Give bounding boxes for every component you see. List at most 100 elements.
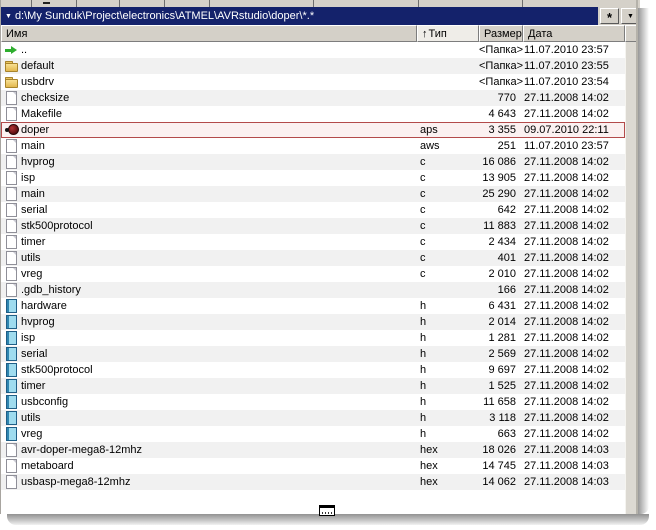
header-file-icon: [4, 395, 21, 409]
file-manager-panel: ▼ d:\My Sunduk\Project\electronics\ATMEL…: [0, 0, 656, 530]
tab-separator: [119, 0, 120, 7]
file-icon: [4, 171, 21, 185]
tab-separator: [76, 0, 77, 7]
file-row[interactable]: hvprogc16 08627.11.2008 14:02: [1, 154, 625, 170]
file-date: 11.07.2010 23:55: [516, 60, 625, 72]
file-row[interactable]: .gdb_history16627.11.2008 14:02: [1, 282, 625, 298]
file-size: 16 086: [479, 156, 516, 168]
file-date: 27.11.2008 14:02: [516, 236, 625, 248]
file-row[interactable]: isph1 28127.11.2008 14:02: [1, 330, 625, 346]
file-size: 18 026: [479, 444, 516, 456]
header-file-icon: [4, 299, 21, 313]
file-type: h: [417, 380, 479, 392]
file-type: c: [417, 252, 479, 264]
file-icon: [4, 251, 21, 265]
vertical-scrollbar[interactable]: [625, 42, 636, 514]
column-header-size[interactable]: Размер: [479, 25, 523, 42]
panel-left-border: [0, 0, 1, 514]
file-row[interactable]: timerc2 43427.11.2008 14:02: [1, 234, 625, 250]
header-file-icon: [4, 315, 21, 329]
file-name: stk500protocol: [21, 220, 417, 232]
column-header-name[interactable]: Имя: [1, 25, 417, 42]
file-size: 2 434: [479, 236, 516, 248]
file-size: 401: [479, 252, 516, 264]
file-row[interactable]: vregc2 01027.11.2008 14:02: [1, 266, 625, 282]
file-name: usbdrv: [21, 76, 417, 88]
file-row[interactable]: usbasp-mega8-12mhzhex14 06227.11.2008 14…: [1, 474, 625, 490]
column-header-date[interactable]: Дата: [523, 25, 625, 42]
file-type: hex: [417, 460, 479, 472]
file-type: c: [417, 268, 479, 280]
file-type: h: [417, 364, 479, 376]
file-type: h: [417, 396, 479, 408]
file-name: vreg: [21, 428, 417, 440]
file-row[interactable]: avr-doper-mega8-12mhzhex18 02627.11.2008…: [1, 442, 625, 458]
file-name: timer: [21, 380, 417, 392]
file-size: 1 281: [479, 332, 516, 344]
file-row[interactable]: mainc25 29027.11.2008 14:02: [1, 186, 625, 202]
file-row[interactable]: usbconfigh11 65827.11.2008 14:02: [1, 394, 625, 410]
file-date: 27.11.2008 14:02: [516, 396, 625, 408]
file-row[interactable]: serialc64227.11.2008 14:02: [1, 202, 625, 218]
file-type: aps: [417, 124, 479, 136]
file-size: 14 062: [479, 476, 516, 488]
file-type: c: [417, 172, 479, 184]
file-date: 27.11.2008 14:03: [516, 444, 625, 456]
file-name: serial: [21, 204, 417, 216]
file-row[interactable]: hardwareh6 43127.11.2008 14:02: [1, 298, 625, 314]
file-date: 27.11.2008 14:02: [516, 380, 625, 392]
file-name: hvprog: [21, 156, 417, 168]
tab-separator: [164, 0, 165, 7]
file-icon: [4, 219, 21, 233]
file-row[interactable]: utilsh3 11827.11.2008 14:02: [1, 410, 625, 426]
column-header-type[interactable]: ↑Тип: [417, 25, 479, 42]
file-date: 27.11.2008 14:02: [516, 284, 625, 296]
file-type: hex: [417, 476, 479, 488]
file-size: 251: [479, 140, 516, 152]
file-row[interactable]: checksize77027.11.2008 14:02: [1, 90, 625, 106]
file-name: vreg: [21, 268, 417, 280]
file-row[interactable]: default<Папка>11.07.2010 23:55: [1, 58, 625, 74]
tab-label-fragment: [43, 2, 50, 4]
file-row[interactable]: doperaps3 35509.07.2010 22:11: [1, 122, 625, 138]
file-size: 2 569: [479, 348, 516, 360]
file-icon: [4, 267, 21, 281]
file-row[interactable]: ispc13 90527.11.2008 14:02: [1, 170, 625, 186]
file-size: 642: [479, 204, 516, 216]
file-name: checksize: [21, 92, 417, 104]
file-date: 27.11.2008 14:02: [516, 412, 625, 424]
file-date: 27.11.2008 14:02: [516, 188, 625, 200]
file-row[interactable]: utilsc40127.11.2008 14:02: [1, 250, 625, 266]
file-size: 3 118: [479, 412, 516, 424]
column-header-type-label: Тип: [429, 28, 447, 40]
file-row[interactable]: metaboardhex14 74527.11.2008 14:03: [1, 458, 625, 474]
file-name: isp: [21, 332, 417, 344]
file-icon: [4, 139, 21, 153]
file-date: 27.11.2008 14:02: [516, 92, 625, 104]
file-row[interactable]: timerh1 52527.11.2008 14:02: [1, 378, 625, 394]
file-row[interactable]: stk500protocolc11 88327.11.2008 14:02: [1, 218, 625, 234]
header-file-icon: [4, 411, 21, 425]
file-row[interactable]: serialh2 56927.11.2008 14:02: [1, 346, 625, 362]
file-date: 27.11.2008 14:02: [516, 316, 625, 328]
current-path-bar[interactable]: ▼ d:\My Sunduk\Project\electronics\ATMEL…: [1, 7, 598, 25]
favorites-star-button[interactable]: *: [600, 8, 619, 24]
tab-separator: [313, 0, 314, 7]
file-name: .gdb_history: [21, 284, 417, 296]
file-name: timer: [21, 236, 417, 248]
file-row[interactable]: hvprogh2 01427.11.2008 14:02: [1, 314, 625, 330]
file-date: 27.11.2008 14:02: [516, 108, 625, 120]
column-header-date-label: Дата: [528, 28, 552, 40]
file-row[interactable]: Makefile4 64327.11.2008 14:02: [1, 106, 625, 122]
file-date: 09.07.2010 22:11: [516, 124, 625, 136]
file-name: main: [21, 188, 417, 200]
file-row[interactable]: ..<Папка>11.07.2010 23:57: [1, 42, 625, 58]
file-size: 4 643: [479, 108, 516, 120]
file-row[interactable]: mainaws25111.07.2010 23:57: [1, 138, 625, 154]
tab-separator: [522, 0, 523, 7]
file-date: 11.07.2010 23:54: [516, 76, 625, 88]
file-row[interactable]: vregh66327.11.2008 14:02: [1, 426, 625, 442]
file-row[interactable]: usbdrv<Папка>11.07.2010 23:54: [1, 74, 625, 90]
file-row[interactable]: stk500protocolh9 69727.11.2008 14:02: [1, 362, 625, 378]
file-size: 6 431: [479, 300, 516, 312]
